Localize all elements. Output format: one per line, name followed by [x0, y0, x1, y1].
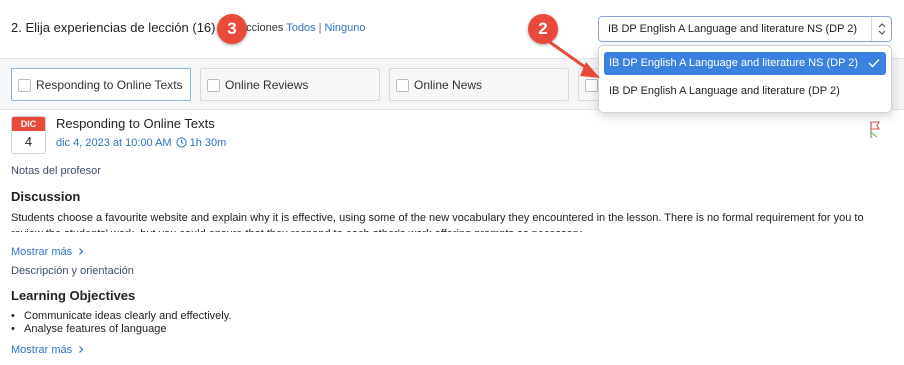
- lesson-title: Responding to Online Texts: [56, 116, 215, 131]
- pointer-arrow-icon: [542, 36, 600, 78]
- select-arrows-icon: [871, 17, 891, 41]
- lesson-meta: dic 4, 2023 at 10:00 AM 1h 30m: [56, 137, 226, 149]
- experience-label: Online Reviews: [225, 78, 309, 92]
- lesson-duration: 1h 30m: [189, 137, 227, 149]
- step-title: 2. Elija experiencias de lección (16): [11, 20, 216, 35]
- calendar-date-icon: DIC 4: [11, 116, 46, 154]
- description-label: Descripción y orientación: [11, 265, 134, 277]
- select-none-link[interactable]: Ninguno: [325, 22, 366, 34]
- experience-online-reviews[interactable]: Online Reviews: [200, 68, 380, 101]
- step-3-badge: 3: [217, 14, 247, 44]
- checkbox[interactable]: [396, 79, 409, 92]
- experience-label: Responding to Online Texts: [36, 78, 183, 92]
- course-option-label: IB DP English A Language and literature …: [609, 57, 859, 69]
- selection-separator: |: [318, 22, 322, 34]
- show-more-label: Mostrar más: [11, 344, 73, 356]
- calendar-month: DIC: [12, 117, 45, 131]
- calendar-day: 4: [24, 134, 33, 149]
- chevron-right-icon: [79, 346, 84, 353]
- checkmark-icon: [868, 59, 880, 68]
- course-select-value: IB DP English A Language and literature …: [608, 23, 858, 35]
- experience-label: Online News: [414, 78, 483, 92]
- show-more-link[interactable]: Mostrar más: [11, 246, 85, 258]
- course-select[interactable]: IB DP English A Language and literature …: [598, 16, 892, 42]
- course-option-ns[interactable]: IB DP English A Language and literature …: [604, 52, 886, 75]
- clock-icon: [175, 137, 187, 148]
- list-item: Communicate ideas clearly and effectivel…: [11, 310, 891, 323]
- flag-icon[interactable]: [868, 120, 884, 140]
- learning-objectives-heading: Learning Objectives: [11, 288, 136, 303]
- chevron-right-icon: [79, 248, 84, 255]
- lesson-datetime: dic 4, 2023 at 10:00 AM: [56, 137, 172, 149]
- show-more-link[interactable]: Mostrar más: [11, 344, 85, 356]
- course-dropdown-menu: IB DP English A Language and literature …: [598, 45, 892, 113]
- checkbox[interactable]: [207, 79, 220, 92]
- list-item: Analyse features of language: [11, 323, 891, 336]
- course-option-standard[interactable]: IB DP English A Language and literature …: [604, 80, 886, 103]
- experience-responding-online-texts[interactable]: Responding to Online Texts: [11, 68, 191, 101]
- course-option-label: IB DP English A Language and literature …: [609, 85, 840, 97]
- learning-objectives-list: Communicate ideas clearly and effectivel…: [11, 310, 891, 336]
- select-all-link[interactable]: Todos: [286, 22, 315, 34]
- discussion-text: Students choose a favourite website and …: [11, 212, 864, 232]
- discussion-heading: Discussion: [11, 189, 81, 204]
- checkbox[interactable]: [18, 79, 31, 92]
- show-more-label: Mostrar más: [11, 246, 73, 258]
- selection-controls: ecciones Todos | Ninguno: [240, 22, 365, 34]
- teacher-notes-label: Notas del profesor: [11, 165, 101, 177]
